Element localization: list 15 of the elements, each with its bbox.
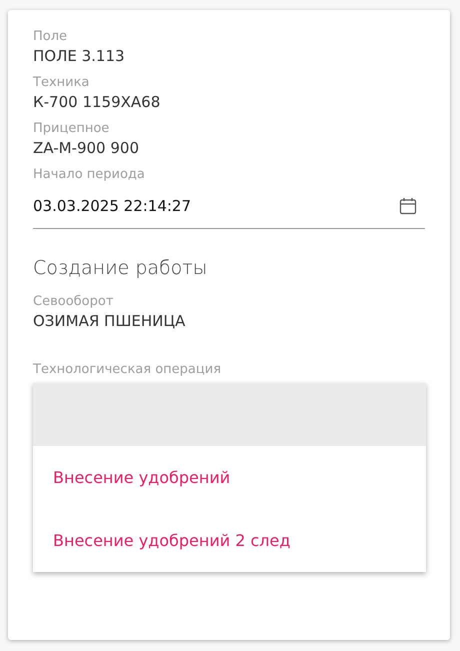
menu-option[interactable]: Внесение удобрений 2 след bbox=[33, 509, 426, 572]
field-value: ОЗИМАЯ ПШЕНИЦА bbox=[33, 311, 186, 331]
field-label: Прицепное bbox=[33, 120, 110, 138]
field-label: Поле bbox=[33, 28, 68, 46]
field-value: К-700 1159ХА68 bbox=[33, 92, 162, 112]
menu-option[interactable]: Внесение удобрений bbox=[33, 446, 426, 509]
field-label: Начало периода bbox=[33, 166, 146, 184]
calendar-icon[interactable] bbox=[399, 197, 417, 215]
date-field[interactable]: 03.03.2025 22:14:27 bbox=[33, 184, 425, 229]
field-value: ПОЛЕ 3.113 bbox=[33, 46, 126, 66]
field-label: Севооборот bbox=[33, 293, 114, 311]
section-title: Создание работы bbox=[33, 257, 208, 279]
field-value: ZA-M-900 900 bbox=[33, 138, 140, 158]
field-label: Техника bbox=[33, 74, 90, 92]
field-label: Технологическая операция bbox=[33, 361, 222, 379]
